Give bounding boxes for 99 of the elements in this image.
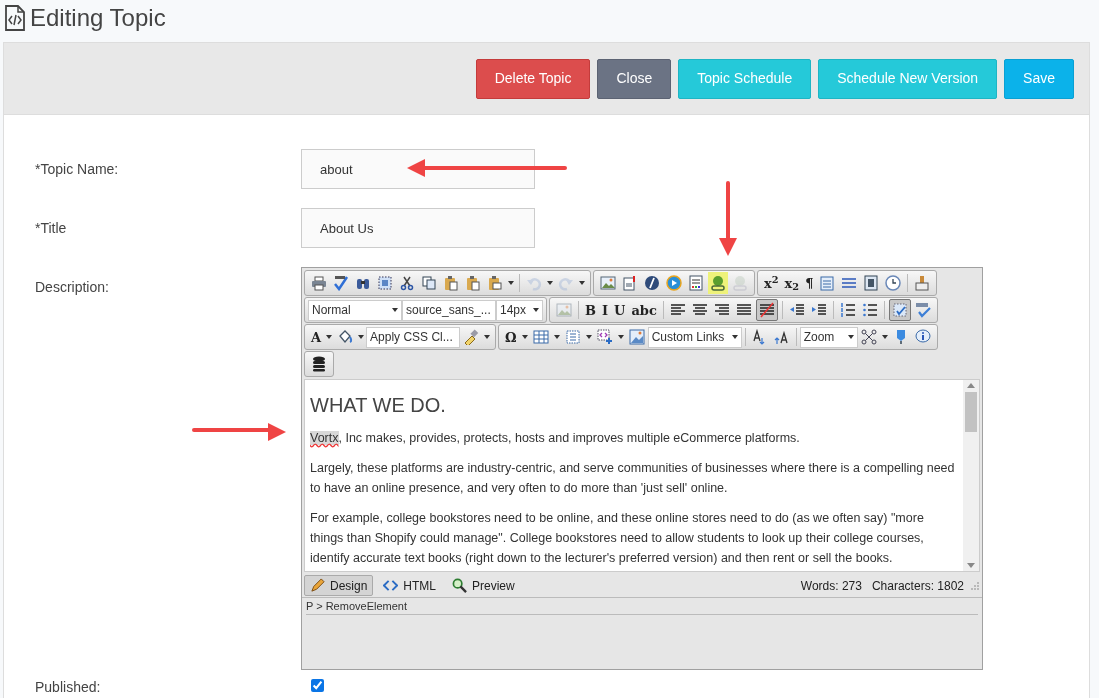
clock-icon — [885, 275, 902, 291]
bulleted-list-icon — [861, 302, 878, 318]
media-icon — [666, 275, 682, 291]
caret-icon — [392, 308, 398, 312]
field-label: *Topic Name: — [35, 161, 119, 177]
dropdown[interactable]: source_sans_... — [402, 299, 496, 321]
dropdown[interactable]: Normal — [308, 299, 402, 321]
caret-icon[interactable] — [358, 335, 365, 339]
undo-icon — [526, 275, 542, 291]
template-icon — [688, 275, 704, 291]
scroll-thumb[interactable] — [965, 392, 977, 432]
paste-icon — [465, 275, 481, 291]
element-path: P > RemoveElement — [306, 598, 407, 614]
text-size-icon — [773, 329, 790, 345]
copy-icon — [421, 275, 437, 291]
magnifier-icon — [452, 578, 468, 593]
outdent-icon — [788, 302, 805, 318]
scroll-up-icon[interactable] — [967, 383, 975, 388]
resize-grip-icon[interactable] — [970, 580, 980, 591]
toolbar-button[interactable] — [755, 299, 778, 321]
paint-bucket-icon — [337, 329, 354, 345]
mode-tab[interactable]: Preview — [446, 575, 521, 596]
spellcheck-icon — [333, 275, 349, 291]
field-label: Published: — [35, 679, 101, 695]
mode-tab[interactable]: HTML — [377, 575, 443, 596]
format-button[interactable]: x$_{2}$ — [782, 272, 802, 294]
format-button[interactable]: I — [600, 299, 611, 321]
caret-icon[interactable] — [579, 281, 585, 285]
caret-icon[interactable] — [547, 281, 553, 285]
dropdown[interactable]: Custom Links — [647, 326, 742, 348]
printer-icon — [311, 275, 327, 291]
delete-button[interactable]: Delete Topic — [475, 58, 591, 99]
document-icon — [622, 275, 638, 291]
heading: WHAT WE DO. — [310, 393, 447, 418]
scissors-icon — [399, 275, 415, 291]
indent-icon — [810, 302, 827, 318]
caret-icon[interactable] — [881, 335, 888, 339]
caret-icon[interactable] — [484, 335, 491, 339]
caret-icon[interactable] — [585, 335, 592, 339]
document-icon — [819, 275, 836, 291]
paragraph: For example, college bookstores need to be online, and these online stores need to do (as we often say) "more things than Shopify could manage". College bookstores need to allow students to look up their college courses, identify accurate text books (right down to the lecturer's preferred version) and then rent or sell the books. — [310, 510, 925, 567]
format-button[interactable]: B — [583, 299, 598, 321]
show-borders-icon — [891, 302, 908, 318]
paragraph: Vortx, Inc makes, provides, protects, hosts and improves multiple eCommerce platforms. — [310, 430, 801, 447]
dropdown[interactable]: Zoom — [799, 326, 858, 348]
caret-icon[interactable] — [521, 335, 528, 339]
image-icon — [600, 275, 616, 291]
toolbar-button[interactable] — [858, 326, 879, 348]
scroll-down-icon[interactable] — [967, 563, 975, 568]
caret-icon[interactable] — [508, 281, 514, 285]
insert-snippet-icon — [596, 329, 613, 345]
align-center-icon — [691, 302, 708, 318]
count-label: Characters: 1802 — [871, 577, 964, 595]
checkmark-icon — [914, 302, 931, 318]
format-button[interactable]: ¶ — [803, 272, 816, 294]
format-button[interactable]: Ω — [503, 326, 519, 348]
code-brackets-icon — [383, 578, 399, 593]
horizontal-rule-icon — [841, 275, 858, 291]
text-field[interactable]: About Us — [301, 208, 535, 248]
page-title: Editing Topic — [30, 3, 166, 33]
pencil-icon — [310, 578, 325, 593]
count-label: Words: 273 — [800, 577, 862, 595]
format-button[interactable]: x$^{2}$ — [762, 272, 781, 294]
format-button[interactable]: U — [612, 299, 628, 321]
paste-icon — [487, 275, 503, 291]
caret-icon[interactable] — [553, 335, 560, 339]
align-justify-icon — [735, 302, 752, 318]
database-icon — [311, 356, 327, 372]
dropdown[interactable]: Apply CSS Cl... — [366, 326, 461, 348]
table-icon — [532, 329, 549, 345]
image-map-icon — [628, 329, 645, 345]
published-checkbox[interactable] — [311, 679, 324, 692]
paste-icon — [443, 275, 459, 291]
numbered-list-icon — [839, 302, 856, 318]
caret-icon — [847, 335, 854, 339]
format-button[interactable]: abc — [629, 299, 659, 321]
mode-tab[interactable]: Design — [304, 575, 374, 596]
caret-icon — [731, 335, 738, 339]
network-icon — [860, 329, 877, 345]
list-box-icon — [564, 329, 581, 345]
align-right-icon — [713, 302, 730, 318]
field-label: *Title — [35, 220, 67, 236]
action-button[interactable]: Close — [597, 58, 672, 99]
align-left-icon — [669, 302, 686, 318]
paragraph: Largely, these platforms are industry-centric, and serve communities of businesses where there is a compelling need to have an online presence, and very often to do more than 'just sell' online. — [310, 460, 956, 497]
redo-icon — [558, 275, 574, 291]
caret-icon — [533, 308, 539, 312]
image-icon — [556, 302, 572, 318]
field-label: Description: — [35, 279, 109, 295]
dropdown[interactable]: 14px — [496, 299, 543, 321]
format-button[interactable]: A — [309, 326, 324, 348]
info-icon — [914, 329, 931, 345]
select-all-icon — [377, 275, 393, 291]
code-file-icon — [4, 5, 26, 31]
scrollbar[interactable] — [963, 380, 979, 571]
caret-icon[interactable] — [617, 335, 624, 339]
text-field[interactable]: about — [301, 149, 535, 189]
caret-icon[interactable] — [326, 335, 333, 339]
no-alignment-icon — [758, 302, 775, 318]
